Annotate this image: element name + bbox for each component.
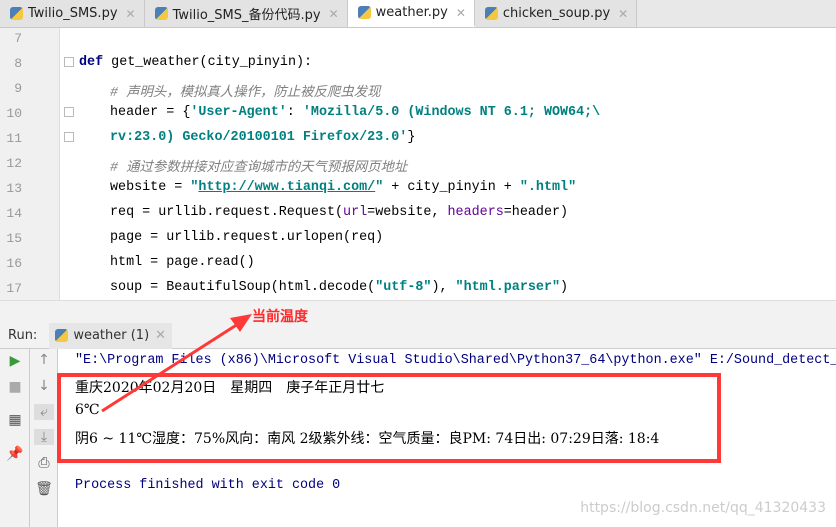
annotation-arrow xyxy=(101,314,252,413)
annotation-label: 当前温度 xyxy=(252,309,308,325)
watermark: https://blog.csdn.net/qq_41320433 xyxy=(580,500,826,516)
